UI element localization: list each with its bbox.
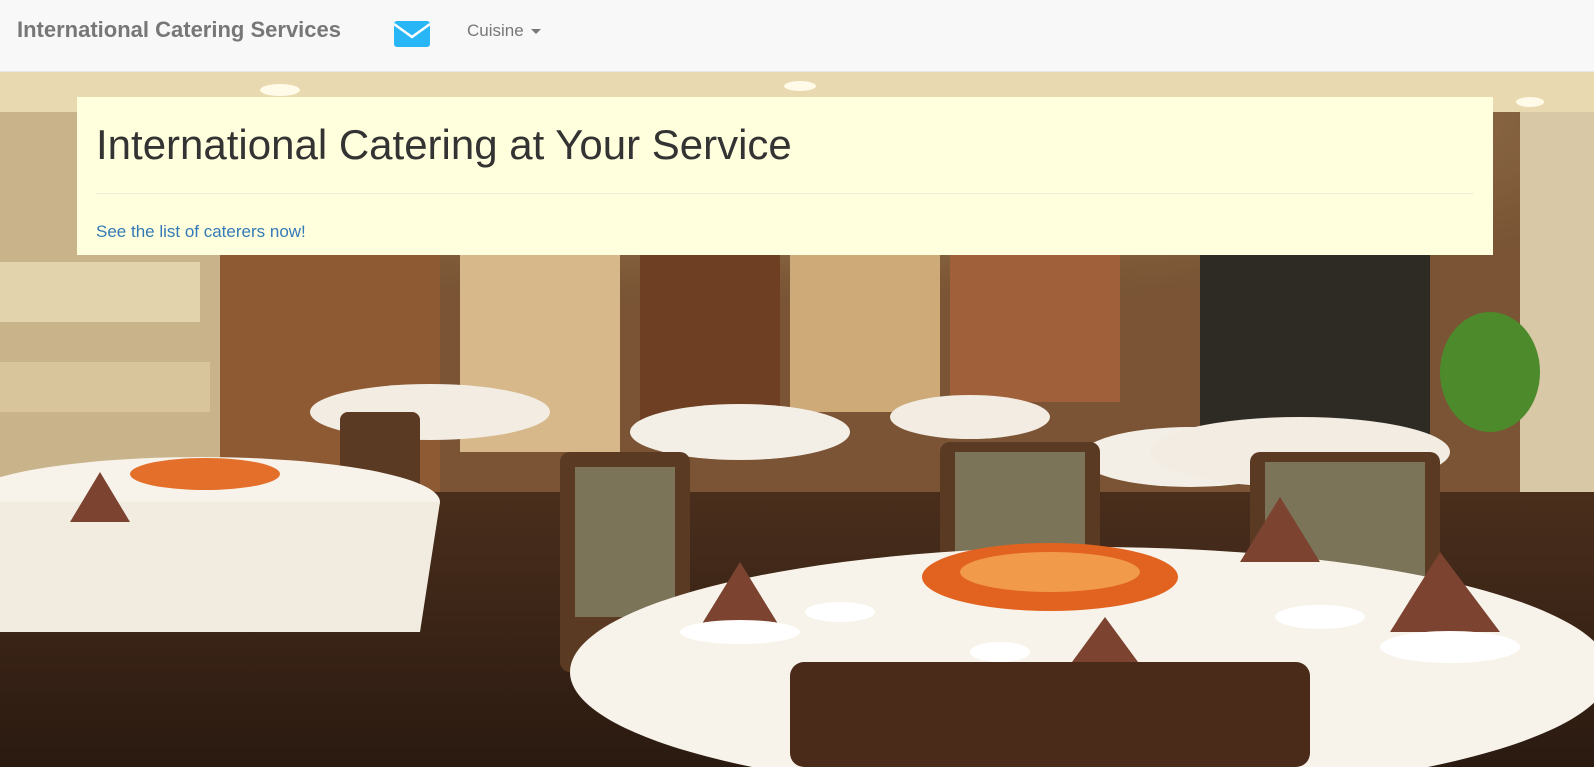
cuisine-dropdown[interactable]: Cuisine xyxy=(467,21,541,41)
caterers-list-link[interactable]: See the list of caterers now! xyxy=(96,222,306,242)
envelope-icon[interactable] xyxy=(393,17,431,49)
brand-link[interactable]: International Catering Services xyxy=(17,17,341,43)
jumbotron: International Catering at Your Service S… xyxy=(77,97,1493,255)
caret-down-icon xyxy=(530,28,541,34)
jumbotron-title: International Catering at Your Service xyxy=(96,121,792,168)
cuisine-dropdown-label: Cuisine xyxy=(467,21,524,40)
top-navbar: International Catering Services Cuisine xyxy=(0,0,1594,72)
jumbotron-divider xyxy=(96,193,1474,194)
